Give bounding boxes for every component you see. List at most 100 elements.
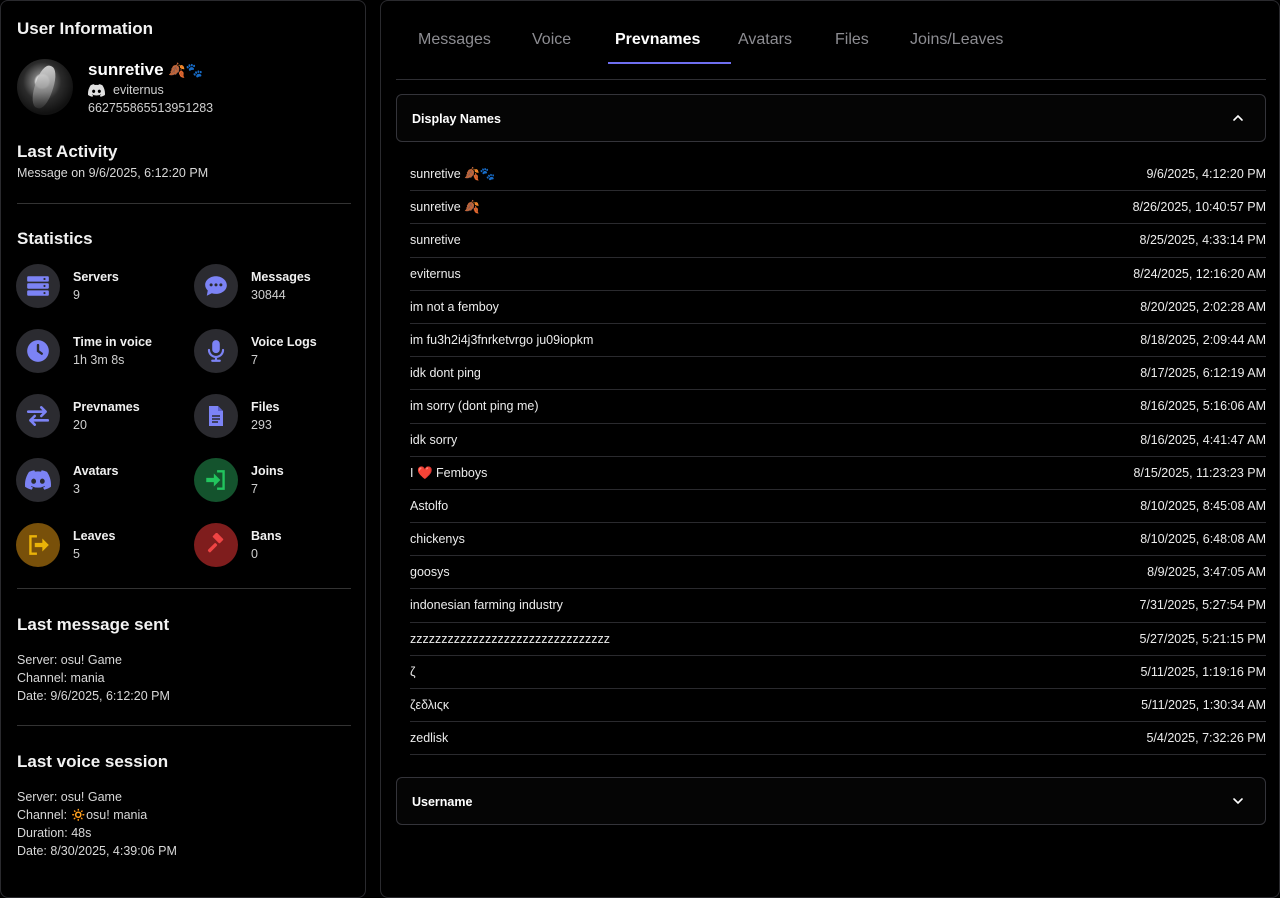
tab-avatars[interactable]: Avatars xyxy=(738,31,792,49)
stat-value: 7 xyxy=(251,482,258,496)
last-voice-server: Server: osu! Game xyxy=(17,790,122,804)
prevname-date: 8/10/2025, 6:48:08 AM xyxy=(1140,532,1266,547)
tab-voice[interactable]: Voice xyxy=(532,31,571,49)
list-item: indonesian farming industry 7/31/2025, 5:… xyxy=(410,589,1266,623)
prevname-text: im sorry (dont ping me) xyxy=(410,399,539,414)
tab-prevnames[interactable]: Prevnames xyxy=(615,31,700,49)
prevname-date: 9/6/2025, 4:12:20 PM xyxy=(1146,167,1266,181)
list-item: idk sorry 8/16/2025, 4:41:47 AM xyxy=(410,424,1266,457)
stat-value: 0 xyxy=(251,547,258,561)
accordion-title: Display Names xyxy=(412,112,501,126)
prevname-date: 8/10/2025, 8:45:08 AM xyxy=(1140,498,1266,513)
tab-joins-leaves[interactable]: Joins/Leaves xyxy=(910,31,1003,49)
divider xyxy=(17,203,351,204)
last-message-server: Server: osu! Game xyxy=(17,653,122,667)
kv-key: Server: xyxy=(17,653,58,667)
list-item: zzzzzzzzzzzzzzzzzzzzzzzzzzzzzzzz 5/27/202… xyxy=(410,623,1266,656)
list-item: goosys 8/9/2025, 3:47:05 AM xyxy=(410,556,1266,590)
file-icon xyxy=(194,394,238,438)
prevname-date: 8/18/2025, 2:09:44 AM xyxy=(1140,332,1266,347)
stat-leaves: Leaves 5 xyxy=(16,523,186,567)
prevname-date: 8/17/2025, 6:12:19 AM xyxy=(1140,366,1266,381)
kv-value: 48s xyxy=(71,826,92,840)
prevname-date: 5/11/2025, 1:19:16 PM xyxy=(1140,664,1266,679)
list-item: ζ 5/11/2025, 1:19:16 PM xyxy=(410,656,1266,689)
prevname-date: 5/27/2025, 5:21:15 PM xyxy=(1139,631,1266,646)
user-info-panel: User Information sunretive 🍂🐾 eviternus … xyxy=(0,0,366,898)
microphone-icon xyxy=(194,329,238,373)
kv-key: Server: xyxy=(17,790,58,804)
kv-value: osu! Game xyxy=(60,790,122,804)
discord-icon xyxy=(88,83,105,97)
prevname-date: 7/31/2025, 5:27:54 PM xyxy=(1139,598,1266,613)
username-accordion-header[interactable]: Username xyxy=(396,777,1266,825)
prevname-date: 5/11/2025, 1:30:34 AM xyxy=(1141,698,1266,712)
prevname-date: 5/4/2025, 7:32:26 PM xyxy=(1146,731,1266,746)
stat-value: 7 xyxy=(251,353,258,367)
stat-label: Avatars xyxy=(73,464,119,478)
prevname-text: zedlisk xyxy=(410,731,449,746)
stat-messages: Messages 30844 xyxy=(194,264,364,308)
list-item: im sorry (dont ping me) 8/16/2025, 5:16:0… xyxy=(410,390,1266,424)
display-name-decoration: 🍂🐾 xyxy=(168,62,204,78)
tab-files[interactable]: Files xyxy=(835,31,869,49)
stat-value: 3 xyxy=(73,482,80,496)
user-id: 662755865513951283 xyxy=(88,101,214,115)
prevname-text: chickenys xyxy=(410,532,465,547)
clock-icon xyxy=(16,329,60,373)
prevname-text: sunretive 🍂🐾 xyxy=(410,167,496,181)
tab-messages[interactable]: Messages xyxy=(418,31,491,49)
kv-key: Channel: xyxy=(17,808,68,822)
stat-value: 293 xyxy=(251,418,272,432)
swap-icon xyxy=(16,394,60,438)
prevname-text: ζεδλιςκ xyxy=(410,698,450,712)
list-item: sunretive 🍂 8/26/2025, 10:40:57 PM xyxy=(410,191,1266,225)
stat-value: 9 xyxy=(73,288,80,302)
last-voice-date: Date: 8/30/2025, 4:39:06 PM xyxy=(17,844,177,858)
leave-icon xyxy=(16,523,60,567)
prevname-text: im not a femboy xyxy=(410,299,499,314)
prevname-date: 8/24/2025, 12:16:20 AM xyxy=(1133,266,1266,281)
prevname-text: idk sorry xyxy=(410,432,458,447)
user-info-title: User Information xyxy=(17,19,154,38)
details-panel: Messages Voice Prevnames Avatars Files J… xyxy=(380,0,1280,898)
prevname-date: 8/26/2025, 10:40:57 PM xyxy=(1132,200,1266,215)
stat-joins: Joins 7 xyxy=(194,458,364,502)
display-names-list: sunretive 🍂🐾 9/6/2025, 4:12:20 PM sunretiv… xyxy=(410,158,1266,756)
stat-label: Bans xyxy=(251,529,282,543)
stat-label: Files xyxy=(251,400,280,414)
kv-value: 9/6/2025, 6:12:20 PM xyxy=(50,689,170,703)
last-voice-channel: Channel: 🔅osu! mania xyxy=(17,808,147,823)
stat-value: 5 xyxy=(73,547,80,561)
stat-prevnames: Prevnames 20 xyxy=(16,394,186,438)
kv-value: osu! Game xyxy=(60,653,122,667)
kv-key: Date: xyxy=(17,689,47,703)
prevname-date: 8/16/2025, 4:41:47 AM xyxy=(1140,432,1266,447)
server-icon xyxy=(16,264,60,308)
prevname-text: sunretive xyxy=(410,233,461,248)
username: eviternus xyxy=(113,83,164,97)
prevname-date: 8/20/2025, 2:02:28 AM xyxy=(1140,299,1266,314)
prevname-date: 8/9/2025, 3:47:05 AM xyxy=(1147,565,1266,580)
stat-value: 20 xyxy=(73,418,87,432)
list-item: im fu3h2i4j3fnrketvrgo ju09iopkm 8/18/202… xyxy=(410,324,1266,358)
discord-icon xyxy=(16,458,60,502)
join-icon xyxy=(194,458,238,502)
prevname-text: Astolfo xyxy=(410,498,449,513)
stat-files: Files 293 xyxy=(194,394,364,438)
prevname-date: 8/15/2025, 11:23:23 PM xyxy=(1133,465,1266,480)
list-item: chickenys 8/10/2025, 6:48:08 AM xyxy=(410,523,1266,557)
active-tab-indicator xyxy=(608,62,731,64)
avatar xyxy=(17,59,73,115)
username-line: eviternus xyxy=(88,83,164,97)
divider xyxy=(17,588,351,589)
stat-voice-logs: Voice Logs 7 xyxy=(194,329,364,373)
display-names-accordion-header[interactable]: Display Names xyxy=(396,94,1266,142)
chevron-down-icon xyxy=(1233,798,1243,805)
gavel-icon xyxy=(194,523,238,567)
kv-value: mania xyxy=(70,671,105,685)
statistics-title: Statistics xyxy=(17,229,93,248)
stat-label: Time in voice xyxy=(73,335,152,349)
stat-label: Prevnames xyxy=(73,400,140,414)
prevname-text: indonesian farming industry xyxy=(410,598,563,613)
